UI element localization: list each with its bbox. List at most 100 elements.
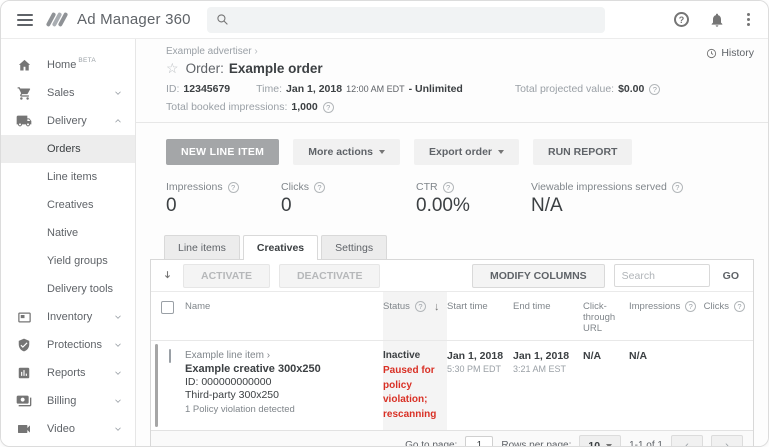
pagination-bar: Go to page: Rows per page: 10 1-1 of 1 ‹…	[151, 430, 753, 447]
sidebar-item-orders[interactable]: Orders	[1, 135, 135, 163]
history-button[interactable]: History	[706, 47, 754, 59]
pagination-range: 1-1 of 1	[629, 440, 663, 447]
help-tooltip-icon[interactable]: ?	[734, 301, 745, 312]
more-actions-button[interactable]: More actions	[293, 139, 400, 165]
help-tooltip-icon[interactable]: ?	[415, 301, 426, 312]
sidebar-item-yield-groups[interactable]: Yield groups	[1, 247, 135, 275]
next-page-button[interactable]: ›	[711, 435, 743, 447]
cell-clicks	[701, 341, 753, 430]
search-go-button[interactable]: GO	[719, 270, 743, 282]
cell-status: Inactive Paused for policy violation; re…	[383, 341, 447, 430]
table-header-row: Name Status?↓ Start time End time Click-…	[151, 292, 753, 340]
sidebar-item-native[interactable]: Native	[1, 219, 135, 247]
sidebar-item-creatives[interactable]: Creatives	[1, 191, 135, 219]
select-all-checkbox[interactable]	[161, 301, 174, 314]
global-search-input[interactable]	[236, 14, 596, 26]
dropdown-arrow-icon	[606, 444, 612, 447]
new-line-item-button[interactable]: NEW LINE ITEM	[166, 139, 279, 165]
help-tooltip-icon[interactable]: ?	[314, 182, 325, 193]
top-app-bar: Ad Manager 360 ?	[1, 1, 768, 39]
column-header-clicks[interactable]: Clicks?	[701, 292, 753, 340]
bar-chart-icon	[1, 366, 47, 380]
column-header-end-time[interactable]: End time	[513, 292, 583, 340]
sidebar-item-billing[interactable]: Billing	[1, 387, 135, 415]
help-icon[interactable]: ?	[674, 12, 689, 27]
sidebar-item-sales[interactable]: Sales	[1, 79, 135, 107]
billing-icon	[1, 393, 47, 409]
vertical-scrollbar[interactable]	[155, 344, 158, 427]
table-toolbar: ACTIVATE DEACTIVATE MODIFY COLUMNS GO	[151, 260, 753, 292]
cell-end-time: Jan 1, 2018 3:21 AM EST	[513, 341, 583, 430]
dropdown-arrow-icon	[379, 150, 385, 154]
cell-impressions: N/A	[629, 341, 701, 430]
rows-per-page-label: Rows per page:	[501, 440, 571, 447]
sidebar-item-protections[interactable]: Protections	[1, 331, 135, 359]
download-icon[interactable]	[161, 269, 174, 282]
policy-violation-note: 1 Policy violation detected	[185, 404, 377, 415]
order-header: Example advertiser › History ☆ Order: Ex…	[136, 39, 768, 123]
deactivate-button[interactable]: DEACTIVATE	[279, 264, 381, 288]
sidebar-item-delivery-tools[interactable]: Delivery tools	[1, 275, 135, 303]
breadcrumb[interactable]: Example advertiser ›	[166, 46, 752, 57]
metric-impressions: Impressions? 0	[166, 181, 281, 217]
help-tooltip-icon[interactable]: ?	[443, 182, 454, 193]
navigation-sidebar: Home BETA Sales Delivery Orders Line ite…	[1, 39, 136, 447]
cart-icon	[1, 86, 47, 101]
creatives-table-card: ACTIVATE DEACTIVATE MODIFY COLUMNS GO Na…	[150, 259, 754, 447]
truck-icon	[1, 113, 47, 129]
status-detail: Paused for policy violation; rescanning	[383, 364, 441, 422]
inventory-icon	[1, 310, 47, 325]
sidebar-item-reports[interactable]: Reports	[1, 359, 135, 387]
search-icon	[216, 13, 229, 26]
star-favorite-icon[interactable]: ☆	[166, 60, 179, 77]
help-tooltip-icon[interactable]: ?	[323, 102, 334, 113]
sidebar-item-inventory[interactable]: Inventory	[1, 303, 135, 331]
help-tooltip-icon[interactable]: ?	[649, 84, 660, 95]
breadcrumb-chevron-icon: ›	[254, 46, 257, 57]
previous-page-button[interactable]: ‹	[671, 435, 703, 447]
help-tooltip-icon[interactable]: ?	[672, 182, 683, 193]
activate-button[interactable]: ACTIVATE	[183, 264, 270, 288]
global-search-box[interactable]	[207, 7, 605, 33]
table-search-input[interactable]	[614, 264, 710, 287]
sort-descending-icon[interactable]: ↓	[434, 301, 440, 313]
modify-columns-button[interactable]: MODIFY COLUMNS	[472, 264, 605, 288]
run-report-button[interactable]: RUN REPORT	[533, 139, 632, 165]
tab-creatives[interactable]: Creatives	[243, 235, 318, 260]
cell-click-through-url: N/A	[583, 341, 629, 430]
metric-ctr: CTR? 0.00%	[416, 181, 531, 217]
order-title-value: Example order	[229, 61, 323, 76]
sidebar-item-delivery[interactable]: Delivery	[1, 107, 135, 135]
shield-icon	[1, 338, 47, 352]
column-header-impressions[interactable]: Impressions?	[629, 292, 701, 340]
menu-icon[interactable]	[17, 14, 33, 26]
order-actions: NEW LINE ITEM More actions Export order …	[166, 139, 768, 165]
rows-per-page-select[interactable]: 10	[579, 435, 621, 447]
tab-settings[interactable]: Settings	[321, 235, 387, 259]
tab-line-items[interactable]: Line items	[164, 235, 240, 259]
line-item-link[interactable]: Example line item ›	[185, 350, 377, 361]
sidebar-item-video[interactable]: Video	[1, 415, 135, 443]
row-checkbox[interactable]	[169, 349, 171, 363]
column-header-start-time[interactable]: Start time	[447, 292, 513, 340]
column-header-status[interactable]: Status?↓	[383, 292, 447, 340]
notifications-bell-icon[interactable]	[709, 12, 725, 28]
creative-name-link[interactable]: Example creative 300x250	[185, 363, 377, 375]
help-tooltip-icon[interactable]: ?	[228, 182, 239, 193]
column-header-click-through-url[interactable]: Click-through URL	[583, 292, 629, 340]
more-options-icon[interactable]	[745, 11, 752, 28]
cell-name: Example line item › Example creative 300…	[185, 341, 383, 430]
chevron-down-icon	[113, 88, 123, 98]
sidebar-item-line-items[interactable]: Line items	[1, 163, 135, 191]
sidebar-item-home[interactable]: Home BETA	[1, 51, 135, 79]
cell-start-time: Jan 1, 2018 5:30 PM EDT	[447, 341, 513, 430]
order-tabs: Line items Creatives Settings	[164, 234, 768, 259]
order-meta-row-2: Total booked impressions:1,000 ?	[166, 101, 752, 113]
help-tooltip-icon[interactable]: ?	[685, 301, 696, 312]
page-number-input[interactable]	[465, 436, 493, 447]
export-order-button[interactable]: Export order	[414, 139, 519, 165]
metric-viewable-impressions: Viewable impressions served? N/A	[531, 181, 683, 217]
order-id: 12345679	[183, 83, 230, 95]
table-row[interactable]: Example line item › Example creative 300…	[151, 340, 753, 430]
column-header-name[interactable]: Name	[185, 292, 383, 340]
